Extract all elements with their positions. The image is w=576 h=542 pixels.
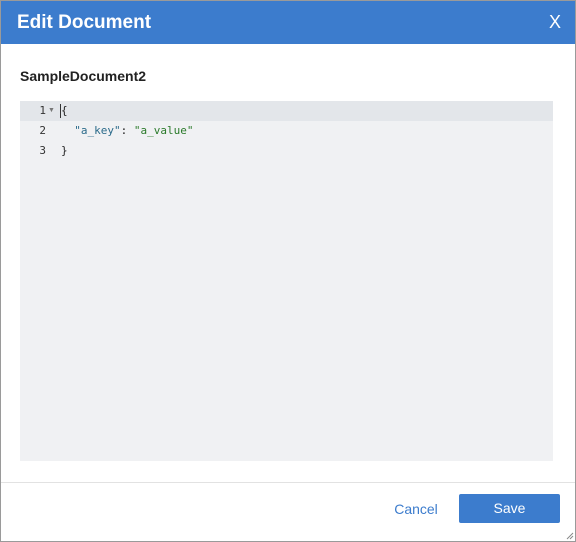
active-line-highlight	[20, 101, 553, 121]
save-button[interactable]: Save	[459, 494, 560, 523]
line-number: 2	[39, 124, 46, 137]
json-separator: :	[120, 124, 134, 137]
dialog-title: Edit Document	[17, 12, 152, 33]
fold-arrow-icon[interactable]: ▼	[48, 101, 55, 121]
code-line: {	[61, 104, 68, 117]
footer-divider	[1, 482, 575, 483]
cancel-button[interactable]: Cancel	[381, 495, 451, 523]
json-editor[interactable]: 1 ▼ 2 3 { "a_key": "a_value" }	[20, 101, 553, 461]
code-line: }	[61, 144, 68, 157]
document-name: SampleDocument2	[20, 68, 147, 84]
resize-handle-icon[interactable]	[566, 532, 574, 540]
dialog-titlebar: Edit Document X	[1, 1, 575, 44]
edit-document-dialog: Edit Document X SampleDocument2 1 ▼ 2 3 …	[0, 0, 576, 542]
close-button[interactable]: X	[549, 10, 561, 34]
json-key: "a_key"	[74, 124, 121, 137]
line-number: 1	[39, 104, 46, 117]
json-value: "a_value"	[133, 124, 194, 137]
editor-gutter: 1 ▼ 2 3	[20, 101, 58, 461]
line-number: 3	[39, 144, 46, 157]
code-line: "a_key": "a_value"	[61, 121, 193, 141]
